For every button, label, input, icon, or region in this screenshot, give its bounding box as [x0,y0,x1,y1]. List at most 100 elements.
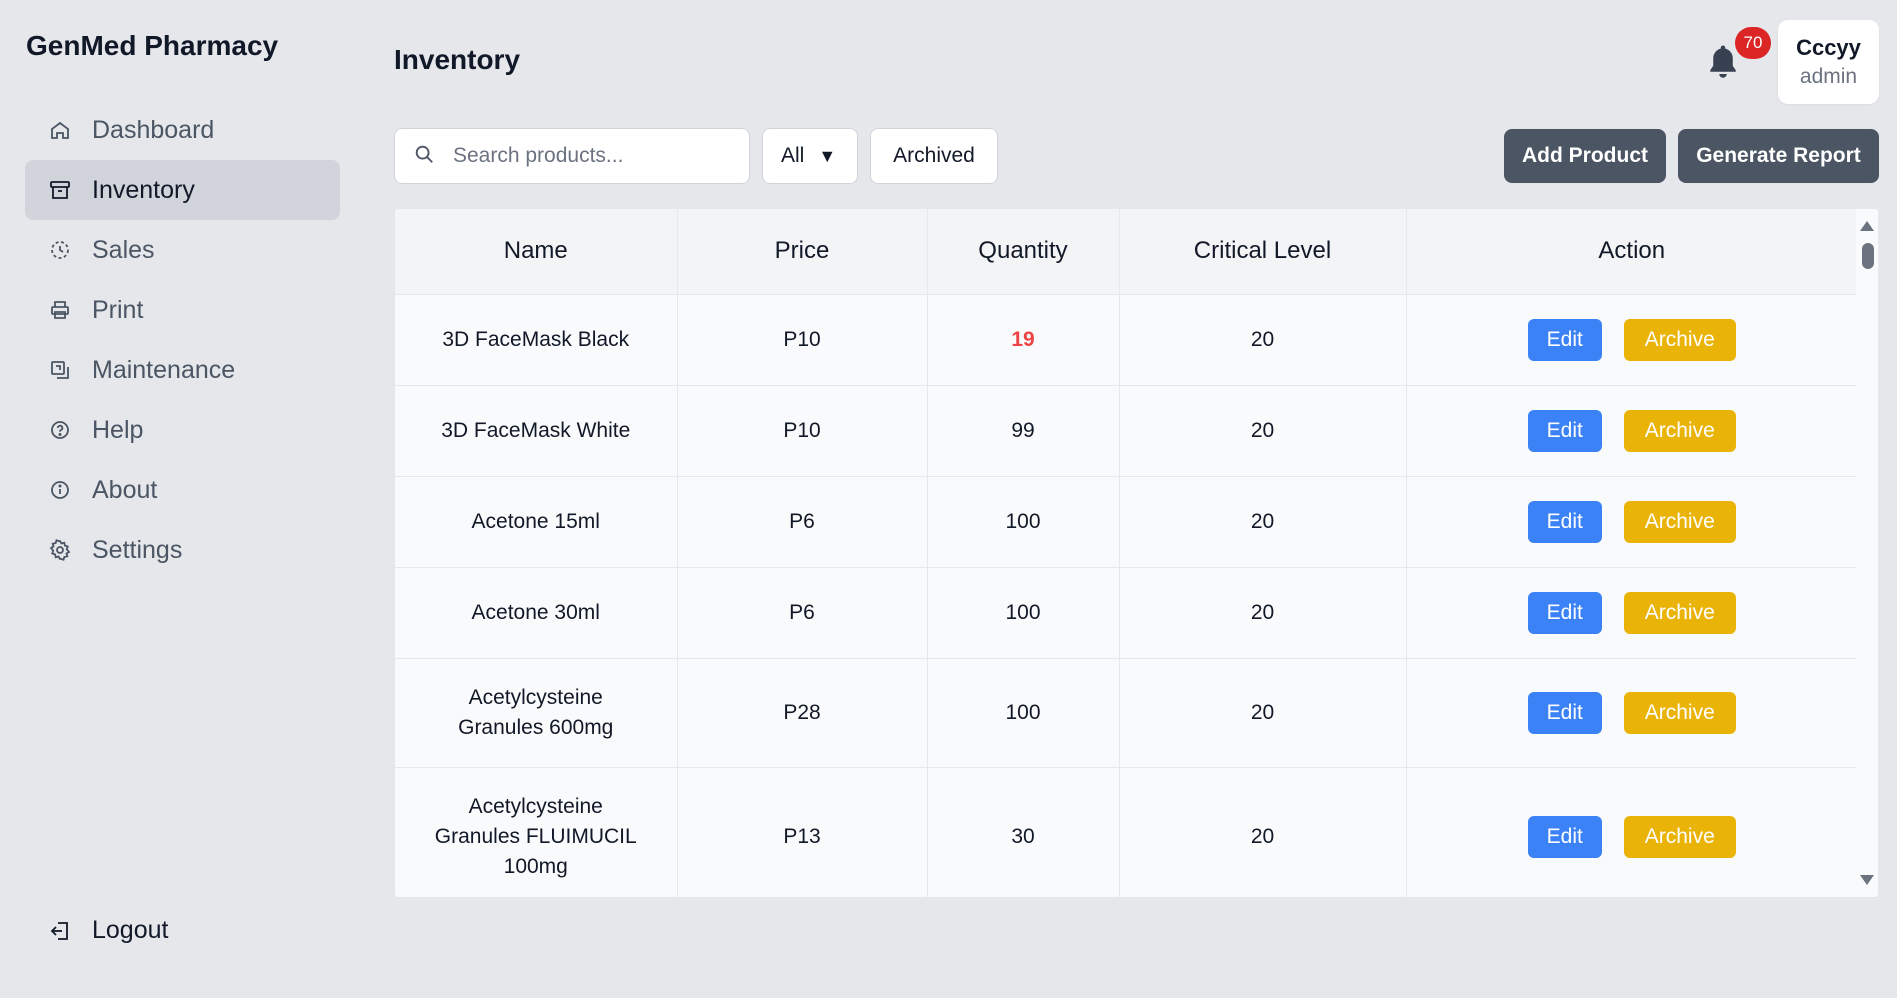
user-name: Cccyy [1796,35,1861,60]
cell-quantity: 100 [927,567,1120,659]
table-header-row: Name Price Quantity Critical Level Actio… [395,209,1857,295]
cell-price: P10 [677,294,928,386]
column-header-quantity[interactable]: Quantity [927,209,1120,295]
sidebar-item-print[interactable]: Print [25,280,340,340]
sidebar-item-label: Inventory [92,175,195,204]
cell-actions: Edit Archive [1406,567,1857,659]
maintenance-icon [47,357,73,383]
edit-button[interactable]: Edit [1527,815,1602,858]
logout-label: Logout [92,916,169,944]
user-menu[interactable]: Cccyy admin [1778,20,1879,104]
cell-critical-level: 20 [1119,658,1407,768]
table-row: 3D FaceMask Black P10 19 20 Edit Archive [395,294,1857,386]
cell-name: 3D FaceMask White [395,385,678,477]
sidebar-item-maintenance[interactable]: Maintenance [25,340,340,400]
scroll-down-arrow-icon[interactable] [1860,875,1874,885]
notification-badge: 70 [1735,27,1771,59]
edit-button[interactable]: Edit [1527,318,1602,361]
logout-button[interactable]: Logout [47,916,168,945]
scrollbar-thumb[interactable] [1862,243,1874,269]
cell-name: 3D FaceMask Black [395,294,678,386]
cell-price: P28 [677,658,928,768]
cell-actions: Edit Archive [1406,294,1857,386]
search-input[interactable] [453,144,723,168]
clock-icon [47,237,73,263]
cell-critical-level: 20 [1119,385,1407,477]
cell-name: Acetone 15ml [395,476,678,568]
column-header-critical-level[interactable]: Critical Level [1119,209,1407,295]
cell-actions: Edit Archive [1406,658,1857,768]
sidebar-item-inventory[interactable]: Inventory [25,160,340,220]
archive-box-icon [47,177,73,203]
sidebar-item-label: Sales [92,235,155,264]
edit-button[interactable]: Edit [1527,409,1602,452]
app-root: GenMed Pharmacy Dashboard Inventory Sale… [0,0,1897,998]
sidebar-item-label: Settings [92,535,183,564]
table-row: Acetone 30ml P6 100 20 Edit Archive [395,567,1857,659]
cell-price: P6 [677,476,928,568]
add-product-button[interactable]: Add Product [1504,129,1666,183]
cell-price: P6 [677,567,928,659]
sidebar: GenMed Pharmacy Dashboard Inventory Sale… [0,0,365,998]
sidebar-item-settings[interactable]: Settings [25,520,340,580]
archive-button[interactable]: Archive [1623,500,1736,543]
edit-button[interactable]: Edit [1527,591,1602,634]
cell-actions: Edit Archive [1406,767,1857,897]
filter-value: All [781,144,805,167]
home-icon [47,117,73,143]
cell-actions: Edit Archive [1406,476,1857,568]
sidebar-item-help[interactable]: Help [25,400,340,460]
archive-button[interactable]: Archive [1623,318,1736,361]
table-row: 3D FaceMask White P10 99 20 Edit Archive [395,385,1857,477]
sidebar-item-label: Help [92,415,144,444]
cell-critical-level: 20 [1119,294,1407,386]
cell-quantity: 30 [927,767,1120,897]
sidebar-item-about[interactable]: About [25,460,340,520]
cell-quantity: 100 [927,658,1120,768]
cell-critical-level: 20 [1119,567,1407,659]
sidebar-item-label: Dashboard [92,115,215,144]
generate-report-button[interactable]: Generate Report [1678,129,1879,183]
cell-critical-level: 20 [1119,476,1407,568]
cell-quantity: 99 [927,385,1120,477]
edit-button[interactable]: Edit [1527,691,1602,734]
table-scrollbar[interactable] [1856,209,1878,897]
status-filter-select[interactable]: All ▼ [762,128,858,184]
sidebar-item-label: Print [92,295,144,324]
printer-icon [47,297,73,323]
sidebar-item-dashboard[interactable]: Dashboard [25,100,340,160]
caret-down-icon: ▼ [818,145,837,166]
table-row: Acetylcysteine Granules FLUIMUCIL 100mg … [395,767,1857,897]
cell-quantity: 19 [927,294,1120,386]
cell-name: Acetone 30ml [395,567,678,659]
search-icon [413,143,435,170]
cell-price: P13 [677,767,928,897]
scroll-up-arrow-icon[interactable] [1860,221,1874,231]
sidebar-nav: Dashboard Inventory Sales Print Maintena… [25,100,340,580]
cell-name: Acetylcysteine Granules 600mg [395,658,678,768]
cell-price: P10 [677,385,928,477]
column-header-price[interactable]: Price [677,209,928,295]
inventory-table-container: Name Price Quantity Critical Level Actio… [394,208,1879,898]
sidebar-item-label: About [92,475,158,504]
edit-button[interactable]: Edit [1527,500,1602,543]
archive-button[interactable]: Archive [1623,591,1736,634]
page-title: Inventory [394,44,521,75]
cell-name: Acetylcysteine Granules FLUIMUCIL 100mg [395,767,678,897]
inventory-table: Name Price Quantity Critical Level Actio… [395,209,1857,897]
archived-button[interactable]: Archived [870,128,998,184]
column-header-name[interactable]: Name [395,209,678,295]
sidebar-item-sales[interactable]: Sales [25,220,340,280]
logout-icon [47,918,73,944]
info-circle-icon [47,477,73,503]
help-circle-icon [47,417,73,443]
cell-critical-level: 20 [1119,767,1407,897]
cell-actions: Edit Archive [1406,385,1857,477]
table-row: Acetone 15ml P6 100 20 Edit Archive [395,476,1857,568]
archive-button[interactable]: Archive [1623,409,1736,452]
user-role: admin [1799,65,1858,88]
archive-button[interactable]: Archive [1623,691,1736,734]
table-row: Acetylcysteine Granules 600mg P28 100 20… [395,658,1857,768]
sidebar-item-label: Maintenance [92,355,236,384]
archive-button[interactable]: Archive [1623,815,1736,858]
